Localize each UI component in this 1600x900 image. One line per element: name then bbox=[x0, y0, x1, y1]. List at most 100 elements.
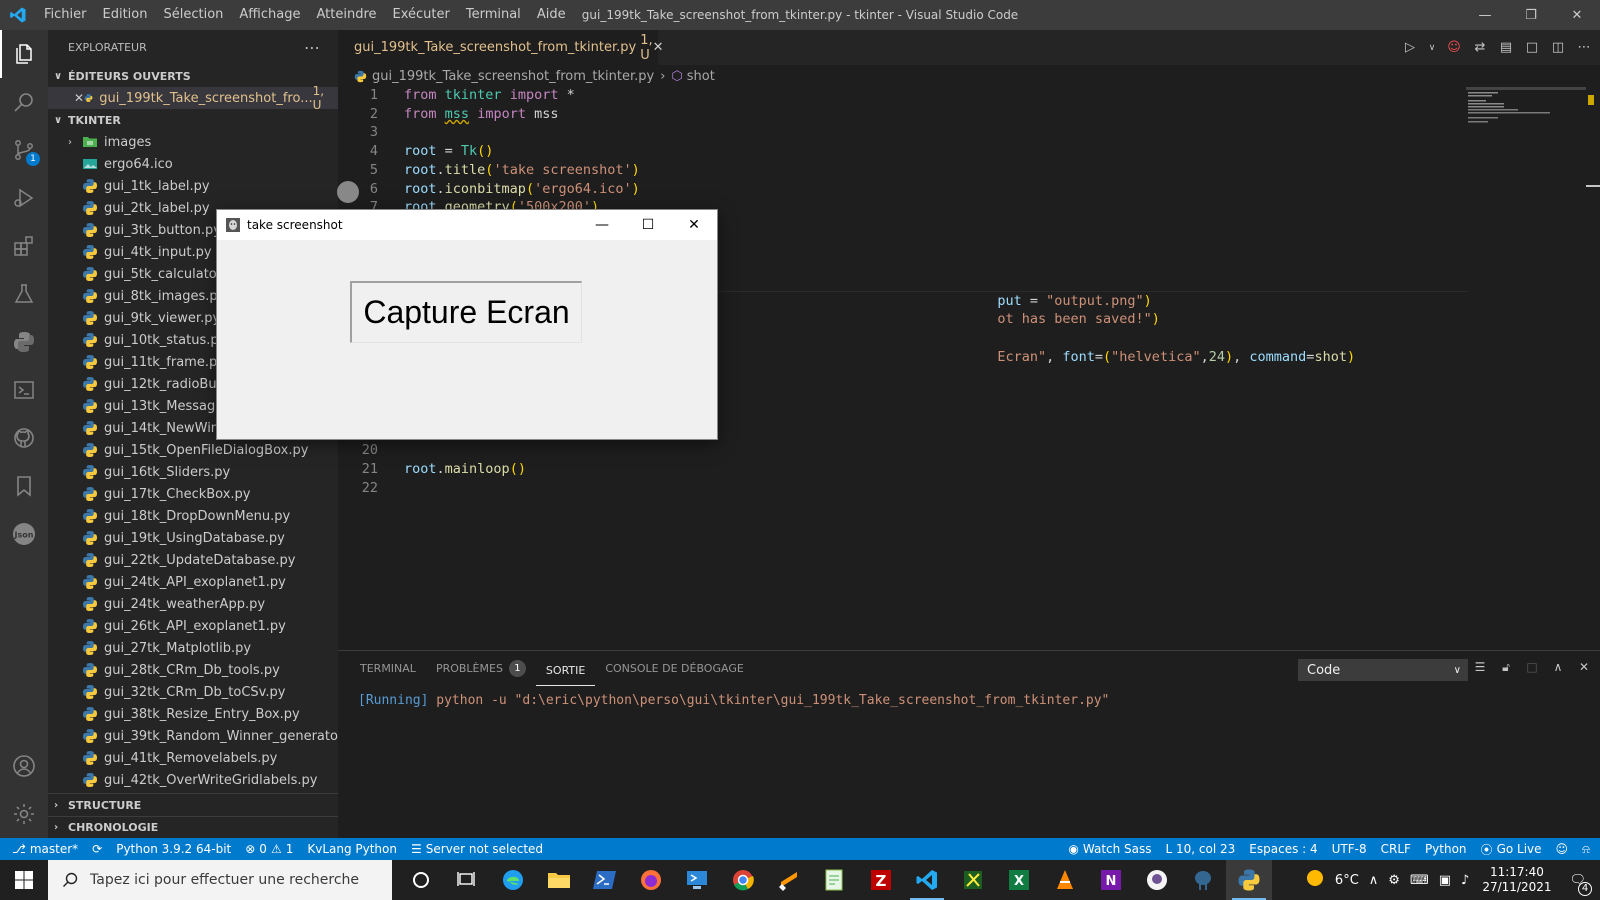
file-item[interactable]: gui_28tk_CRm_Db_tools.py bbox=[48, 659, 338, 681]
network-icon[interactable]: ▣ bbox=[1434, 873, 1456, 888]
notification-center-icon[interactable]: 🗨︎ 4 bbox=[1559, 873, 1600, 896]
encoding[interactable]: UTF-8 bbox=[1325, 842, 1374, 856]
file-item[interactable]: gui_24tk_weatherApp.py bbox=[48, 593, 338, 615]
chrome-icon[interactable] bbox=[720, 860, 766, 900]
clear-output-icon[interactable]: ☰ bbox=[1472, 659, 1488, 675]
file-item[interactable]: gui_26tk_API_exoplanet1.py bbox=[48, 615, 338, 637]
taskbar-search[interactable]: Tapez ici pour effectuer une recherche bbox=[48, 860, 392, 900]
compare-changes-icon[interactable]: ⇄ bbox=[1472, 40, 1488, 56]
watch-sass[interactable]: ◉ Watch Sass bbox=[1061, 842, 1158, 856]
file-item[interactable]: gui_24tk_API_exoplanet1.py bbox=[48, 571, 338, 593]
lock-scroll-icon[interactable]: 🔓︎ bbox=[1498, 659, 1514, 675]
output-channel-select[interactable]: Code ∨ bbox=[1298, 659, 1468, 681]
notepad-icon[interactable] bbox=[812, 860, 858, 900]
tkinter-folder-section[interactable]: ∨ TKINTER bbox=[48, 109, 338, 131]
cortana-icon[interactable] bbox=[398, 860, 444, 900]
menu-selection[interactable]: Sélection bbox=[155, 0, 231, 30]
menu-edition[interactable]: Edition bbox=[95, 0, 156, 30]
outline-section[interactable]: › STRUCTURE bbox=[48, 794, 338, 816]
copilot-cat-icon[interactable]: ☺ bbox=[1446, 40, 1462, 56]
bookmarks-icon[interactable] bbox=[0, 462, 48, 510]
restore-icon[interactable]: ❐ bbox=[1508, 0, 1554, 30]
tk-close-icon[interactable]: ✕ bbox=[671, 210, 717, 240]
python-interpreter[interactable]: Python 3.9.2 64-bit bbox=[109, 842, 238, 856]
powershell-icon[interactable] bbox=[582, 860, 628, 900]
onenote-icon[interactable]: N bbox=[1088, 860, 1134, 900]
indentation[interactable]: Espaces : 4 bbox=[1242, 842, 1324, 856]
menu-terminal[interactable]: Terminal bbox=[458, 0, 529, 30]
remote-explorer-icon[interactable] bbox=[0, 366, 48, 414]
menu-atteindre[interactable]: Atteindre bbox=[308, 0, 384, 30]
file-item[interactable]: ergo64.ico bbox=[48, 153, 338, 175]
tab-debug-console[interactable]: CONSOLE DE DÉBOGAGE bbox=[595, 651, 753, 686]
file-item[interactable]: gui_17tk_CheckBox.py bbox=[48, 483, 338, 505]
volume-icon[interactable]: ♪ bbox=[1456, 873, 1474, 888]
file-item[interactable]: gui_15tk_OpenFileDialogBox.py bbox=[48, 439, 338, 461]
more-actions-icon[interactable]: ⋯ bbox=[304, 38, 320, 57]
sublime-text-icon[interactable] bbox=[766, 860, 812, 900]
editor-tab-active[interactable]: gui_199tk_Take_screenshot_from_tkinter.p… bbox=[338, 30, 664, 65]
branch-status[interactable]: ⎇ master* bbox=[0, 842, 85, 856]
task-view-icon[interactable] bbox=[444, 860, 490, 900]
file-explorer-icon[interactable] bbox=[536, 860, 582, 900]
extensions-icon[interactable] bbox=[0, 222, 48, 270]
source-control-icon[interactable]: 1 bbox=[0, 126, 48, 174]
breadcrumb-file[interactable]: gui_199tk_Take_screenshot_from_tkinter.p… bbox=[372, 69, 654, 84]
tab-problems[interactable]: PROBLÈMES 1 bbox=[426, 651, 536, 686]
file-item[interactable]: gui_32tk_CRm_Db_toCSv.py bbox=[48, 681, 338, 703]
excel-icon[interactable]: X bbox=[996, 860, 1042, 900]
show-hidden-icons-icon[interactable]: ∧ bbox=[1364, 873, 1384, 888]
toggle-panel-icon[interactable]: □ bbox=[1524, 40, 1540, 56]
file-item[interactable]: gui_42tk_OverWriteGridlabels.py bbox=[48, 769, 338, 791]
file-item[interactable]: gui_41tk_Removelabels.py bbox=[48, 747, 338, 769]
close-editor-icon[interactable]: ✕ bbox=[74, 91, 84, 105]
end-of-line[interactable]: CRLF bbox=[1374, 842, 1418, 856]
capture-ecran-button[interactable]: Capture Ecran bbox=[350, 281, 582, 343]
menu-affichage[interactable]: Affichage bbox=[231, 0, 308, 30]
github-icon[interactable] bbox=[0, 414, 48, 462]
maximize-panel-icon[interactable]: ∧ bbox=[1550, 659, 1566, 675]
split-editor-icon[interactable]: ◫ bbox=[1550, 40, 1566, 56]
menu-aide[interactable]: Aide bbox=[529, 0, 574, 30]
weather-sun-icon[interactable] bbox=[1300, 868, 1330, 892]
search-icon[interactable] bbox=[0, 78, 48, 126]
remote-desktop-icon[interactable] bbox=[674, 860, 720, 900]
testing-icon[interactable] bbox=[0, 270, 48, 318]
snipping-tool-icon[interactable] bbox=[950, 860, 996, 900]
run-debug-icon[interactable] bbox=[0, 174, 48, 222]
open-editors-section[interactable]: ∨ ÉDITEURS OUVERTS bbox=[48, 65, 338, 87]
sync-icon[interactable]: ⟳ bbox=[85, 842, 109, 856]
go-live[interactable]: ⦿ Go Live bbox=[1474, 841, 1549, 858]
run-python-icon[interactable]: ▷ bbox=[1402, 40, 1418, 56]
settings-gear-icon[interactable] bbox=[0, 790, 48, 838]
language-mode[interactable]: Python bbox=[1418, 842, 1474, 856]
json-icon[interactable]: Json bbox=[0, 510, 48, 558]
clock[interactable]: 11:17:40 27/11/2021 bbox=[1474, 865, 1559, 895]
open-in-editor-icon[interactable]: □ bbox=[1524, 659, 1540, 675]
tk-title-bar[interactable]: take screenshot — ☐ ✕ bbox=[217, 210, 717, 240]
edge-icon[interactable] bbox=[490, 860, 536, 900]
file-item[interactable]: gui_39tk_Random_Winner_generator.py bbox=[48, 725, 338, 747]
tab-terminal[interactable]: TERMINAL bbox=[350, 651, 426, 686]
open-editor-item[interactable]: ✕ gui_199tk_Take_screenshot_fro... 1, U bbox=[48, 84, 338, 112]
vlc-icon[interactable] bbox=[1042, 860, 1088, 900]
python-taskbar-icon[interactable] bbox=[1226, 860, 1272, 900]
file-item[interactable]: gui_16tk_Sliders.py bbox=[48, 461, 338, 483]
tk-minimize-icon[interactable]: — bbox=[579, 210, 625, 240]
minimap[interactable] bbox=[1466, 87, 1586, 187]
file-item[interactable]: gui_22tk_UpdateDatabase.py bbox=[48, 549, 338, 571]
minimize-icon[interactable]: — bbox=[1462, 0, 1508, 30]
explorer-icon[interactable] bbox=[0, 30, 48, 78]
tk-maximize-icon[interactable]: ☐ bbox=[625, 210, 671, 240]
github-desktop-icon[interactable] bbox=[1134, 860, 1180, 900]
input-method-icon[interactable]: ⌨ bbox=[1405, 873, 1434, 888]
file-item[interactable]: gui_18tk_DropDownMenu.py bbox=[48, 505, 338, 527]
file-item[interactable]: gui_19tk_UsingDatabase.py bbox=[48, 527, 338, 549]
pgadmin-icon[interactable] bbox=[1180, 860, 1226, 900]
problems-status[interactable]: ⊗ 0 ⚠ 1 bbox=[238, 842, 300, 856]
account-icon[interactable] bbox=[0, 742, 48, 790]
more-actions-icon[interactable]: ⋯ bbox=[1576, 40, 1592, 56]
file-item[interactable]: gui_1tk_label.py bbox=[48, 175, 338, 197]
firefox-icon[interactable] bbox=[628, 860, 674, 900]
vscode-taskbar-icon[interactable] bbox=[904, 860, 950, 900]
